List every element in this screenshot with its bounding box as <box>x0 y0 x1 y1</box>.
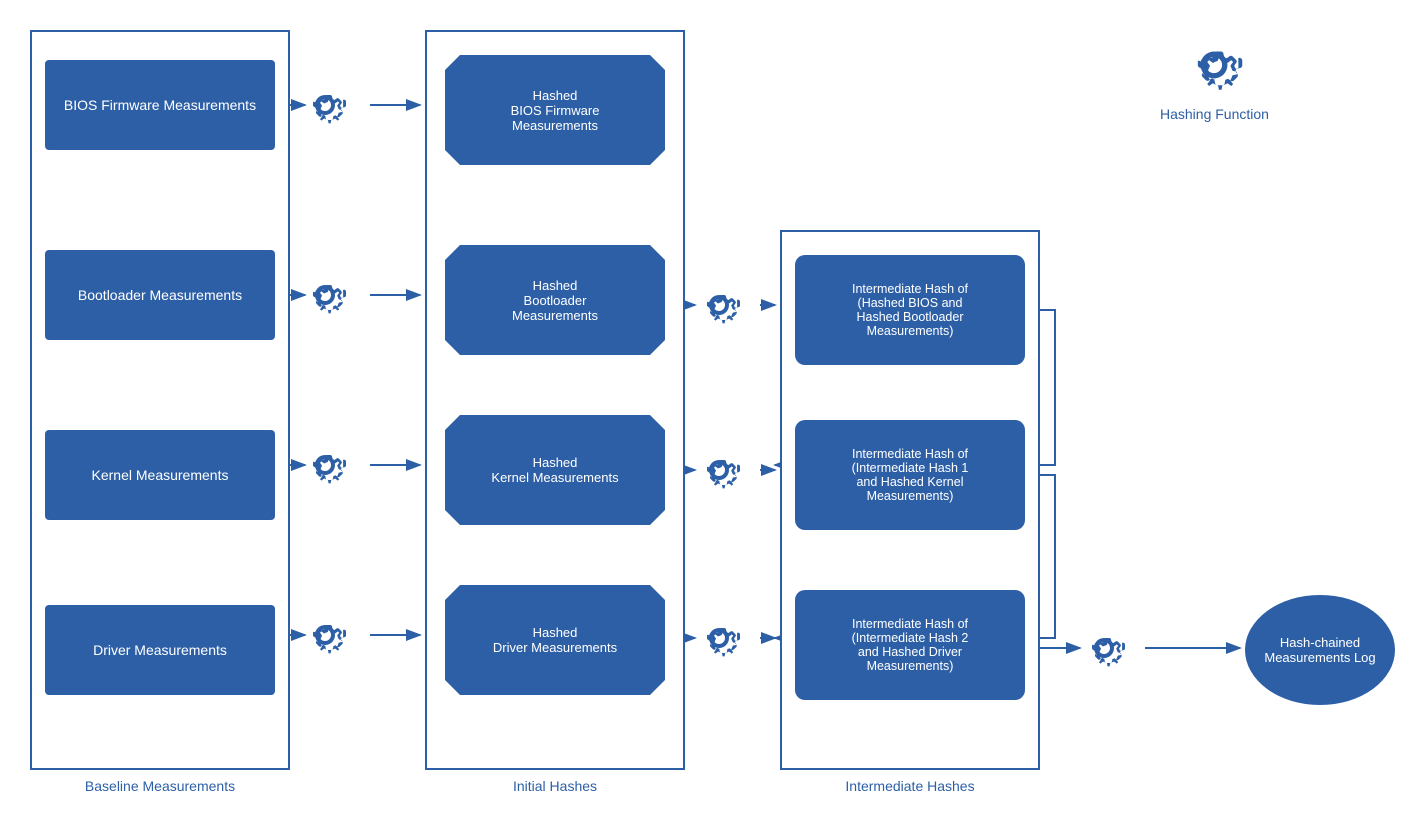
hashing-function-legend: Hashing Function <box>1160 30 1269 122</box>
inter-hash-1: Intermediate Hash of(Hashed BIOS andHash… <box>795 255 1025 365</box>
hashing-function-label: Hashing Function <box>1160 106 1269 122</box>
gear-icon-8 <box>1078 622 1130 679</box>
gear-icon-7 <box>693 612 745 669</box>
final-hash-log: Hash-chainedMeasurements Log <box>1245 595 1395 705</box>
hashed-kernel: HashedKernel Measurements <box>445 415 665 525</box>
kernel-measurement: Kernel Measurements <box>45 430 275 520</box>
gear-icon-2 <box>299 269 351 326</box>
diagram-container: Baseline Measurements BIOS Firmware Meas… <box>0 0 1416 838</box>
intermediate-hashes-label: Intermediate Hashes <box>780 778 1040 794</box>
initial-hashes-label: Initial Hashes <box>425 778 685 794</box>
bootloader-measurement: Bootloader Measurements <box>45 250 275 340</box>
hashed-bios: HashedBIOS FirmwareMeasurements <box>445 55 665 165</box>
gear-icon-6 <box>693 444 745 501</box>
bios-measurement: BIOS Firmware Measurements <box>45 60 275 150</box>
baseline-label: Baseline Measurements <box>30 778 290 794</box>
gear-icon-3 <box>299 439 351 496</box>
hashed-bootloader: HashedBootloaderMeasurements <box>445 245 665 355</box>
inter-hash-3: Intermediate Hash of(Intermediate Hash 2… <box>795 590 1025 700</box>
gear-icon-1 <box>299 79 351 136</box>
hashed-driver: HashedDriver Measurements <box>445 585 665 695</box>
inter-hash-2: Intermediate Hash of(Intermediate Hash 1… <box>795 420 1025 530</box>
driver-measurement: Driver Measurements <box>45 605 275 695</box>
gear-icon-4 <box>299 609 351 666</box>
gear-icon-5 <box>693 279 745 336</box>
hashing-function-gear-icon <box>1179 30 1249 100</box>
